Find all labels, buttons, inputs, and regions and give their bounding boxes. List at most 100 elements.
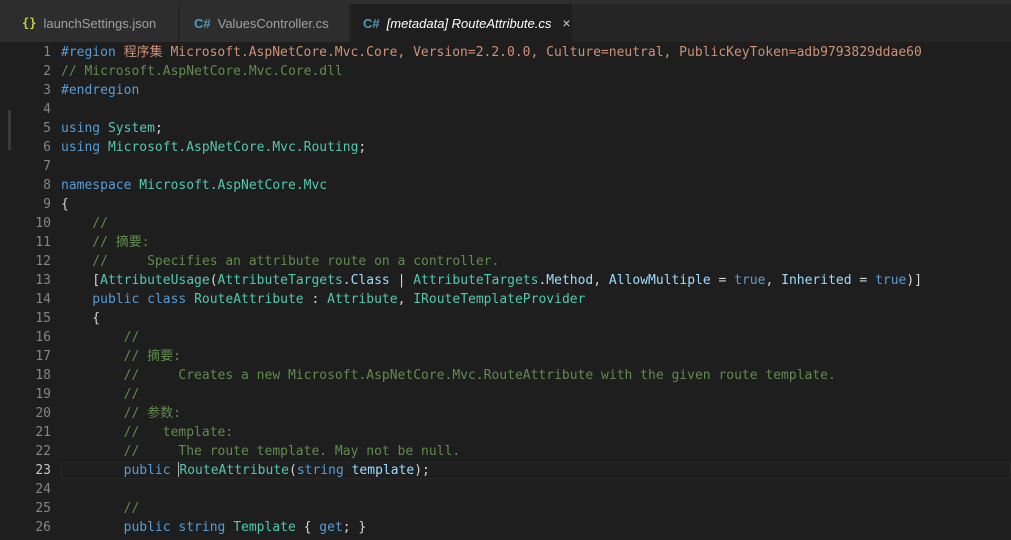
line-number: 12 (35, 254, 51, 269)
code-line[interactable]: 23 public RouteAttribute(string template… (0, 461, 1011, 480)
code-token: Method (546, 273, 594, 288)
code-token: )] (906, 273, 923, 288)
code-token: ; (358, 140, 367, 155)
code-token: #region (61, 45, 124, 60)
code-line[interactable]: 5 using System; (0, 119, 1011, 138)
code-token: { (295, 520, 320, 535)
code-line[interactable]: 8 namespace Microsoft.AspNetCore.Mvc (0, 176, 1011, 195)
code-line[interactable]: 26 public string Template { get; } (0, 518, 1011, 537)
code-token: ( (209, 273, 218, 288)
code-token: ( (288, 463, 297, 478)
code-line[interactable]: 25 // (0, 499, 1011, 518)
code-token: // 摘要: (61, 235, 150, 250)
line-number: 18 (35, 368, 51, 383)
code-line[interactable]: 7 (0, 157, 1011, 176)
code-line[interactable]: 21 // template: (0, 423, 1011, 442)
code-token: Inherited (781, 273, 852, 288)
code-token: { (61, 197, 69, 212)
code-text: #endregion (61, 81, 139, 100)
code-text: // The route template. May not be null. (61, 442, 461, 461)
code-token: using (61, 121, 108, 136)
code-line[interactable]: 20 // 参数: (0, 404, 1011, 423)
code-token: = (710, 273, 735, 288)
code-line[interactable]: 15 { (0, 309, 1011, 328)
code-token: Microsoft.AspNetCore.Mvc (139, 178, 328, 193)
line-number: 5 (43, 121, 51, 136)
code-text: { (61, 309, 100, 328)
code-line[interactable]: 14 public class RouteAttribute : Attribu… (0, 290, 1011, 309)
line-number: 11 (35, 235, 51, 250)
line-number: 15 (35, 311, 51, 326)
code-line[interactable]: 11 // 摘要: (0, 233, 1011, 252)
code-token: // (61, 501, 140, 516)
line-number: 10 (35, 216, 51, 231)
tab-launchsettings-json[interactable]: {} launchSettings.json (0, 4, 179, 42)
code-line[interactable]: 17 // 摘要: (0, 347, 1011, 366)
code-line[interactable]: 22 // The route template. May not be nul… (0, 442, 1011, 461)
line-number: 8 (43, 178, 51, 193)
line-number: 4 (43, 102, 51, 117)
code-token: #endregion (61, 83, 140, 98)
code-editor[interactable]: 1 #region 程序集 Microsoft.AspNetCore.Mvc.Co… (0, 42, 1011, 540)
line-number: 13 (35, 273, 51, 288)
code-text: { (61, 195, 69, 214)
code-token: , (593, 273, 609, 288)
code-text: // template: (61, 423, 234, 442)
code-token: template (351, 463, 415, 478)
code-text: // (61, 214, 108, 233)
line-number: 17 (35, 349, 51, 364)
code-line[interactable]: 3 #endregion (0, 81, 1011, 100)
code-token: 程序集 Microsoft.AspNetCore.Mvc.Core, Versi… (123, 45, 922, 60)
code-text: // 摘要: (61, 233, 150, 252)
line-number: 1 (43, 45, 51, 60)
code-token: public (61, 463, 179, 478)
code-text: public RouteAttribute(string template); (61, 461, 430, 480)
line-number: 20 (35, 406, 51, 421)
tab-bar: {} launchSettings.json C# ValuesControll… (0, 4, 1011, 42)
code-text: // Microsoft.AspNetCore.Mvc.Core.dll (61, 62, 343, 81)
line-number: 6 (43, 140, 51, 155)
line-number: 21 (35, 425, 51, 440)
code-token: true (875, 273, 907, 288)
code-token: , (397, 292, 414, 307)
code-text: // Specifies an attribute route on a con… (61, 252, 499, 271)
code-token: RouteAttribute (179, 463, 289, 478)
code-token: AllowMultiple (608, 273, 711, 288)
code-line[interactable]: 1 #region 程序集 Microsoft.AspNetCore.Mvc.Co… (0, 43, 1011, 62)
code-token: , (765, 273, 782, 288)
close-icon[interactable]: × (562, 15, 570, 31)
code-token: Template (233, 520, 296, 535)
code-line[interactable]: 12 // Specifies an attribute route on a … (0, 252, 1011, 271)
code-token: string (296, 463, 352, 478)
code-token: System (107, 121, 155, 136)
code-line[interactable]: 9{ (0, 195, 1011, 214)
code-text: [AttributeUsage(AttributeTargets.Class |… (61, 271, 922, 290)
code-token: // 摘要: (61, 349, 181, 364)
code-text: // Creates a new Microsoft.AspNetCore.Mv… (61, 366, 836, 385)
code-line[interactable]: 6 using Microsoft.AspNetCore.Mvc.Routing; (0, 138, 1011, 157)
code-token: // template: (61, 425, 234, 440)
code-text: // (61, 328, 140, 347)
code-token: // 参数: (61, 406, 181, 421)
line-number: 24 (35, 482, 51, 497)
code-token: // Specifies an attribute route on a con… (61, 254, 500, 269)
code-text: // 摘要: (61, 347, 181, 366)
code-line[interactable]: 2 // Microsoft.AspNetCore.Mvc.Core.dll (0, 62, 1011, 81)
tab-routeattribute-cs[interactable]: C# [metadata] RouteAttribute.cs × (351, 4, 573, 42)
code-line[interactable]: 13 [AttributeUsage(AttributeTargets.Clas… (0, 271, 1011, 290)
line-number: 22 (35, 444, 51, 459)
code-text: // (61, 385, 140, 404)
code-line[interactable]: 16 // (0, 328, 1011, 347)
tab-valuescontroller-cs[interactable]: C# ValuesController.cs (180, 4, 350, 42)
csharp-file-icon: C# (363, 15, 380, 31)
code-text: #region 程序集 Microsoft.AspNetCore.Mvc.Cor… (61, 43, 922, 62)
code-token: = (851, 273, 876, 288)
tab-label: ValuesController.cs (217, 15, 329, 31)
code-line[interactable]: 24 (0, 480, 1011, 499)
code-line[interactable]: 10 // (0, 214, 1011, 233)
tab-label: [metadata] RouteAttribute.cs (386, 15, 552, 31)
code-line[interactable]: 4 (0, 100, 1011, 119)
code-line[interactable]: 18 // Creates a new Microsoft.AspNetCore… (0, 366, 1011, 385)
code-line[interactable]: 19 // (0, 385, 1011, 404)
code-text: // 参数: (61, 404, 181, 423)
